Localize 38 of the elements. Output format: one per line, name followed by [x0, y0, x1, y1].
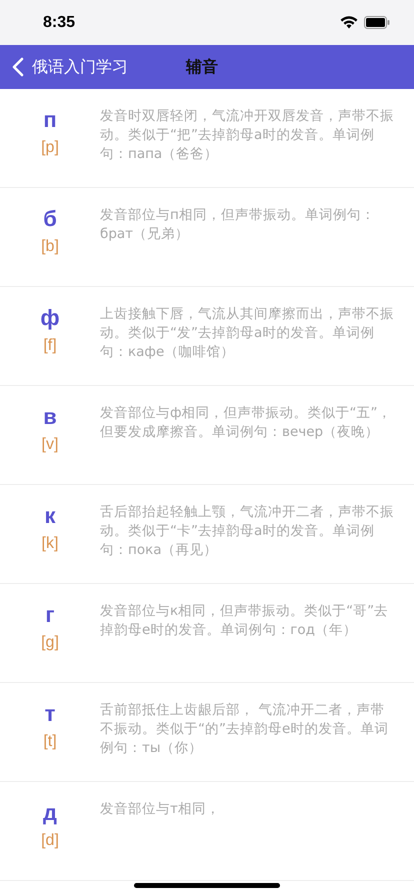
cyrillic-letter: д	[43, 800, 57, 826]
battery-icon	[364, 16, 390, 29]
pronunciation-description: 发音时双唇轻闭，气流冲开双唇发音，声带不振动。类似于“把”去掉韵母a时的发音。单词例句：папа（爸爸）	[100, 107, 394, 164]
cyrillic-letter: п	[43, 107, 57, 133]
consonant-row[interactable]: г [g] 发音部位与к相同，但声带振动。类似于“哥”去掉韵母e时的发音。单词例句：год（年）	[0, 584, 414, 683]
cyrillic-letter: т	[44, 701, 56, 727]
consonant-row[interactable]: п [p] 发音时双唇轻闭，气流冲开双唇发音，声带不振动。类似于“把”去掉韵母a时的发音。单词例句：папа（爸爸）	[0, 89, 414, 188]
consonant-row[interactable]: б [b] 发音部位与п相同，但声带振动。单词例句：брат（兄弟）	[0, 188, 414, 287]
phonetic-symbol: [f]	[43, 337, 57, 355]
consonant-row[interactable]: д [d] 发音部位与т相同，	[0, 782, 414, 881]
phonetic-symbol: [v]	[42, 436, 58, 454]
wifi-icon	[340, 16, 358, 29]
back-button[interactable]: 俄语入门学习	[12, 56, 128, 78]
consonant-row[interactable]: в [v] 发音部位与ф相同，但声带振动。类似于“五”，但要发成摩擦音。单词例句：вечер（夜晚）	[0, 386, 414, 485]
pronunciation-description: 发音部位与ф相同，但声带振动。类似于“五”，但要发成摩擦音。单词例句：вечер（夜晚）	[100, 404, 393, 442]
cyrillic-letter: в	[43, 404, 57, 430]
consonant-row[interactable]: т [t] 舌前部抵住上齿龈后部， 气流冲开二者，声带不振动。类似于“的”去掉韵母e时的发音。单词例句：ты（你）	[0, 683, 414, 782]
phonetic-symbol: [k]	[42, 535, 58, 553]
consonant-row[interactable]: ф [f] 上齿接触下唇，气流从其间摩擦而出，声带不振动。类似于“发”去掉韵母a时的发音。单词例句：кафе（咖啡馆）	[0, 287, 414, 386]
pronunciation-description: 发音部位与п相同，但声带振动。单词例句：брат（兄弟）	[100, 206, 376, 244]
chevron-left-icon	[12, 57, 24, 77]
status-time: 8:35	[43, 14, 76, 32]
phonetic-symbol: [g]	[41, 634, 59, 652]
cyrillic-letter: к	[44, 503, 56, 529]
cyrillic-letter: г	[45, 602, 55, 628]
cyrillic-letter: б	[43, 206, 57, 232]
pronunciation-description: 舌前部抵住上齿龈后部， 气流冲开二者，声带不振动。类似于“的”去掉韵母e时的发音。单词例句：ты（你）	[100, 701, 390, 758]
pronunciation-description: 发音部位与к相同，但声带振动。类似于“哥”去掉韵母e时的发音。单词例句：год（年）	[100, 602, 390, 640]
pronunciation-description: 上齿接触下唇，气流从其间摩擦而出，声带不振动。类似于“发”去掉韵母a时的发音。单词例句：кафе（咖啡馆）	[100, 305, 394, 362]
cyrillic-letter: ф	[40, 305, 60, 331]
pronunciation-description: 舌后部抬起轻触上颚，气流冲开二者，声带不振动。类似于“卡”去掉韵母a时的发音。单词例句：пока（再见）	[100, 503, 394, 560]
phonetic-symbol: [t]	[43, 733, 57, 751]
phonetic-symbol: [d]	[41, 832, 59, 850]
phonetic-symbol: [p]	[41, 139, 59, 157]
nav-title: 辅音	[186, 56, 218, 78]
consonant-row[interactable]: к [k] 舌后部抬起轻触上颚，气流冲开二者，声带不振动。类似于“卡”去掉韵母a时的发音。单词例句：пока（再见）	[0, 485, 414, 584]
pronunciation-description: 发音部位与т相同，	[100, 800, 220, 819]
phonetic-symbol: [b]	[41, 238, 59, 256]
